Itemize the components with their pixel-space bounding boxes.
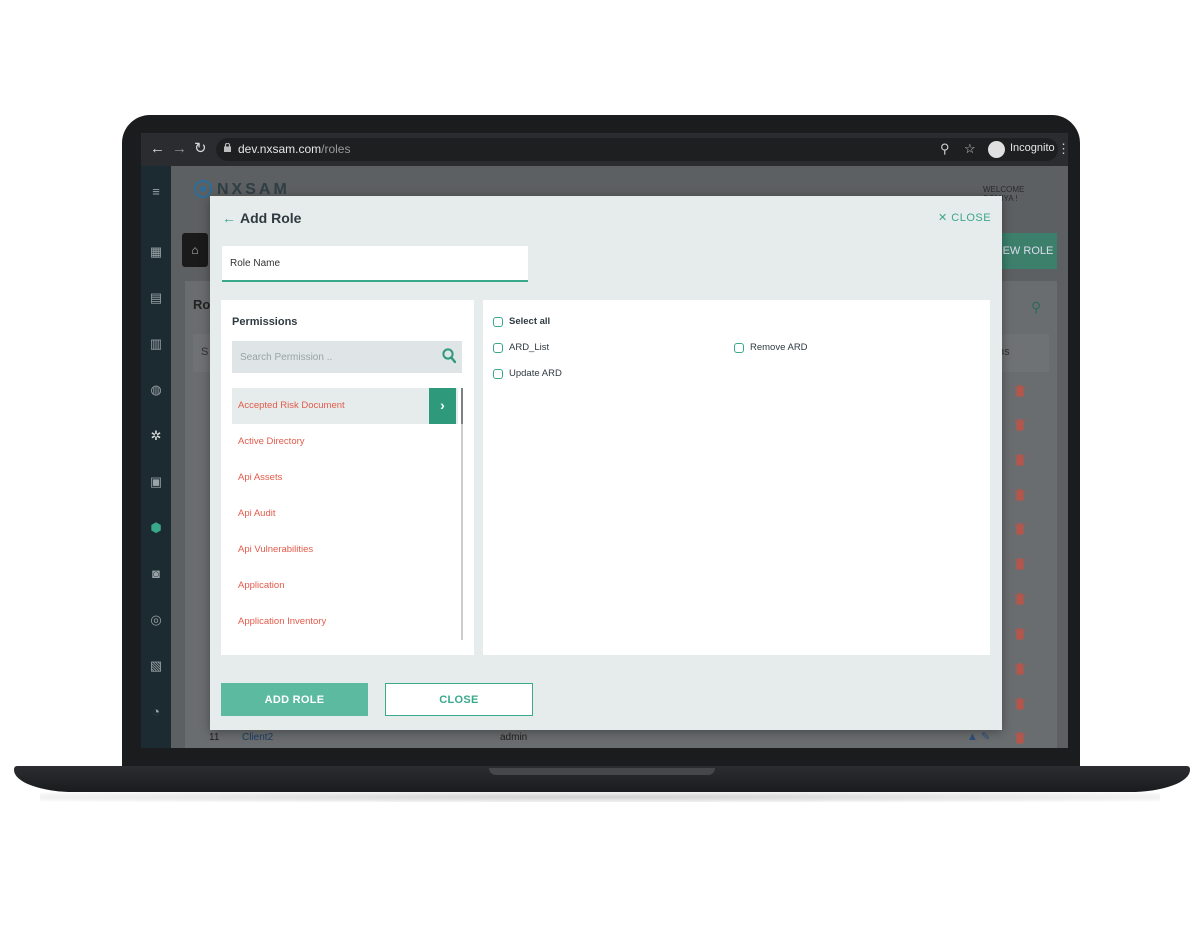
action-label: ARD_List <box>509 342 550 353</box>
delete-trash-icon[interactable] <box>1015 628 1025 640</box>
permission-item-label: Accepted Risk Document <box>238 400 345 411</box>
modal-title: ← Add Role <box>222 210 301 226</box>
permission-list: Accepted Risk Document › Active Director… <box>232 388 458 640</box>
document-icon[interactable]: ▤ <box>149 290 163 306</box>
checkbox-box[interactable] <box>734 342 744 353</box>
checkbox-box[interactable] <box>493 316 503 327</box>
add-role-button[interactable]: ADD ROLE <box>221 683 368 716</box>
globe-icon[interactable]: ◍ <box>149 382 163 398</box>
delete-trash-icon[interactable] <box>1015 523 1025 535</box>
list-icon[interactable]: ▥ <box>149 336 163 352</box>
delete-trash-icon[interactable] <box>1015 732 1025 744</box>
permission-item-label: Active Directory <box>238 436 305 447</box>
close-top-button[interactable]: ✕ CLOSE <box>938 211 991 224</box>
hamburger-menu-icon[interactable]: ≡ <box>149 184 163 199</box>
select-all-label: Select all <box>509 316 551 327</box>
delete-trash-icon[interactable] <box>1015 698 1025 710</box>
table-header-first: S <box>201 346 209 358</box>
scrollbar-thumb[interactable] <box>461 388 463 424</box>
table-row-role: admin <box>500 732 528 743</box>
permission-item-label: Application Inventory <box>238 616 327 627</box>
permissions-panel: Permissions Accepted Risk Document › Act… <box>221 300 474 655</box>
delete-trash-icon[interactable] <box>1015 385 1025 397</box>
search-icon[interactable] <box>442 348 456 364</box>
permission-item[interactable]: Api Vulnerabilities <box>232 532 458 568</box>
lock-icon <box>224 143 231 152</box>
delete-trash-icon[interactable] <box>1015 558 1025 570</box>
permission-item[interactable]: Api Assets <box>232 460 458 496</box>
laptop-notch <box>489 768 715 775</box>
welcome-line-1: WELCOME <box>983 185 1025 194</box>
shield-icon[interactable]: ⬢ <box>149 520 163 536</box>
delete-trash-icon[interactable] <box>1015 489 1025 501</box>
camera-icon[interactable]: ◙ <box>149 566 163 581</box>
close-button[interactable]: CLOSE <box>385 683 533 716</box>
bell-icon[interactable]: ◔ <box>149 704 163 719</box>
delete-trash-icon[interactable] <box>1015 593 1025 605</box>
reload-icon[interactable]: ↻ <box>194 140 207 158</box>
back-arrow-icon[interactable]: ← <box>150 140 165 158</box>
permission-search-box <box>232 341 462 373</box>
target-icon[interactable]: ◎ <box>149 612 163 628</box>
permission-search-input[interactable] <box>232 341 448 373</box>
back-arrow-icon[interactable]: ← <box>222 210 236 226</box>
permission-item[interactable]: Active Directory <box>232 424 458 460</box>
delete-trash-icon[interactable] <box>1015 454 1025 466</box>
laptop-shadow <box>40 792 1160 802</box>
app-sidebar: ≡ ▦ ▤ ▥ ◍ ✲ ▣ ⬢ ◙ ◎ ▧ ◔ <box>141 166 171 748</box>
select-all-checkbox[interactable]: Select all <box>493 316 550 327</box>
browser-menu-icon[interactable]: ⋮ <box>1057 141 1068 157</box>
permission-item-label: Api Assets <box>238 472 283 483</box>
action-checkbox-remove-ard[interactable]: Remove ARD <box>734 342 808 353</box>
url-host: dev.nxsam.com <box>238 142 322 156</box>
action-checkbox-update-ard[interactable]: Update ARD <box>493 368 562 379</box>
address-bar[interactable]: dev.nxsam.com/roles ⚲ ☆ Incognito <box>216 138 1058 161</box>
role-name-input[interactable] <box>222 246 528 282</box>
permission-item-label: Api Audit <box>238 508 276 519</box>
close-x-icon: ✕ <box>938 212 948 224</box>
permission-item[interactable]: Application <box>232 568 458 604</box>
close-top-label: CLOSE <box>951 212 992 224</box>
folder-icon[interactable]: ▣ <box>149 474 163 490</box>
row-action-icons[interactable]: ▲ ✎ <box>967 730 990 743</box>
permission-item-label: Application <box>238 580 285 591</box>
zoom-search-icon[interactable]: ⚲ <box>940 141 950 157</box>
dashboard-icon[interactable]: ▦ <box>149 244 163 260</box>
table-row-name-link[interactable]: Client2 <box>242 732 273 743</box>
roles-search-icon[interactable]: ⚲ <box>1031 299 1041 316</box>
url-text: dev.nxsam.com/roles <box>238 142 350 156</box>
modal-title-text: Add Role <box>240 210 302 226</box>
permission-item-label: Api Vulnerabilities <box>238 544 314 555</box>
laptop-screen: ← → ↻ dev.nxsam.com/roles ⚲ ☆ Incognito … <box>141 133 1068 748</box>
browser-toolbar: ← → ↻ dev.nxsam.com/roles ⚲ ☆ Incognito … <box>141 133 1068 166</box>
permission-item[interactable]: Accepted Risk Document › <box>232 388 458 424</box>
forward-arrow-icon[interactable]: → <box>172 140 187 158</box>
permission-item[interactable]: Api Audit <box>232 496 458 532</box>
action-label: Remove ARD <box>750 342 808 353</box>
delete-trash-icon[interactable] <box>1015 419 1025 431</box>
action-label: Update ARD <box>509 368 562 379</box>
add-role-modal: ←Add Role ✕ CLOSE Permissions Accepted R… <box>210 196 1002 730</box>
actions-panel: Select all ARD_List Remove ARD Update AR… <box>483 300 990 655</box>
home-button[interactable]: ⌂ <box>182 233 208 267</box>
table-row-number: 11 <box>209 732 220 743</box>
action-checkbox-ard-list[interactable]: ARD_List <box>493 342 549 353</box>
delete-trash-icon[interactable] <box>1015 663 1025 675</box>
permission-item[interactable]: Application Inventory <box>232 604 458 640</box>
permission-list-scrollbar[interactable] <box>461 388 463 640</box>
checkbox-box[interactable] <box>493 368 503 379</box>
permissions-title: Permissions <box>232 316 298 328</box>
report-icon[interactable]: ▧ <box>149 658 163 674</box>
settings-gear-icon[interactable]: ✲ <box>149 428 163 444</box>
checkbox-box[interactable] <box>493 342 503 353</box>
url-path: /roles <box>321 142 351 156</box>
incognito-label: Incognito <box>1010 142 1055 154</box>
incognito-avatar-icon[interactable] <box>988 141 1005 158</box>
star-icon[interactable]: ☆ <box>964 141 976 157</box>
chevron-right-icon[interactable]: › <box>429 388 456 424</box>
